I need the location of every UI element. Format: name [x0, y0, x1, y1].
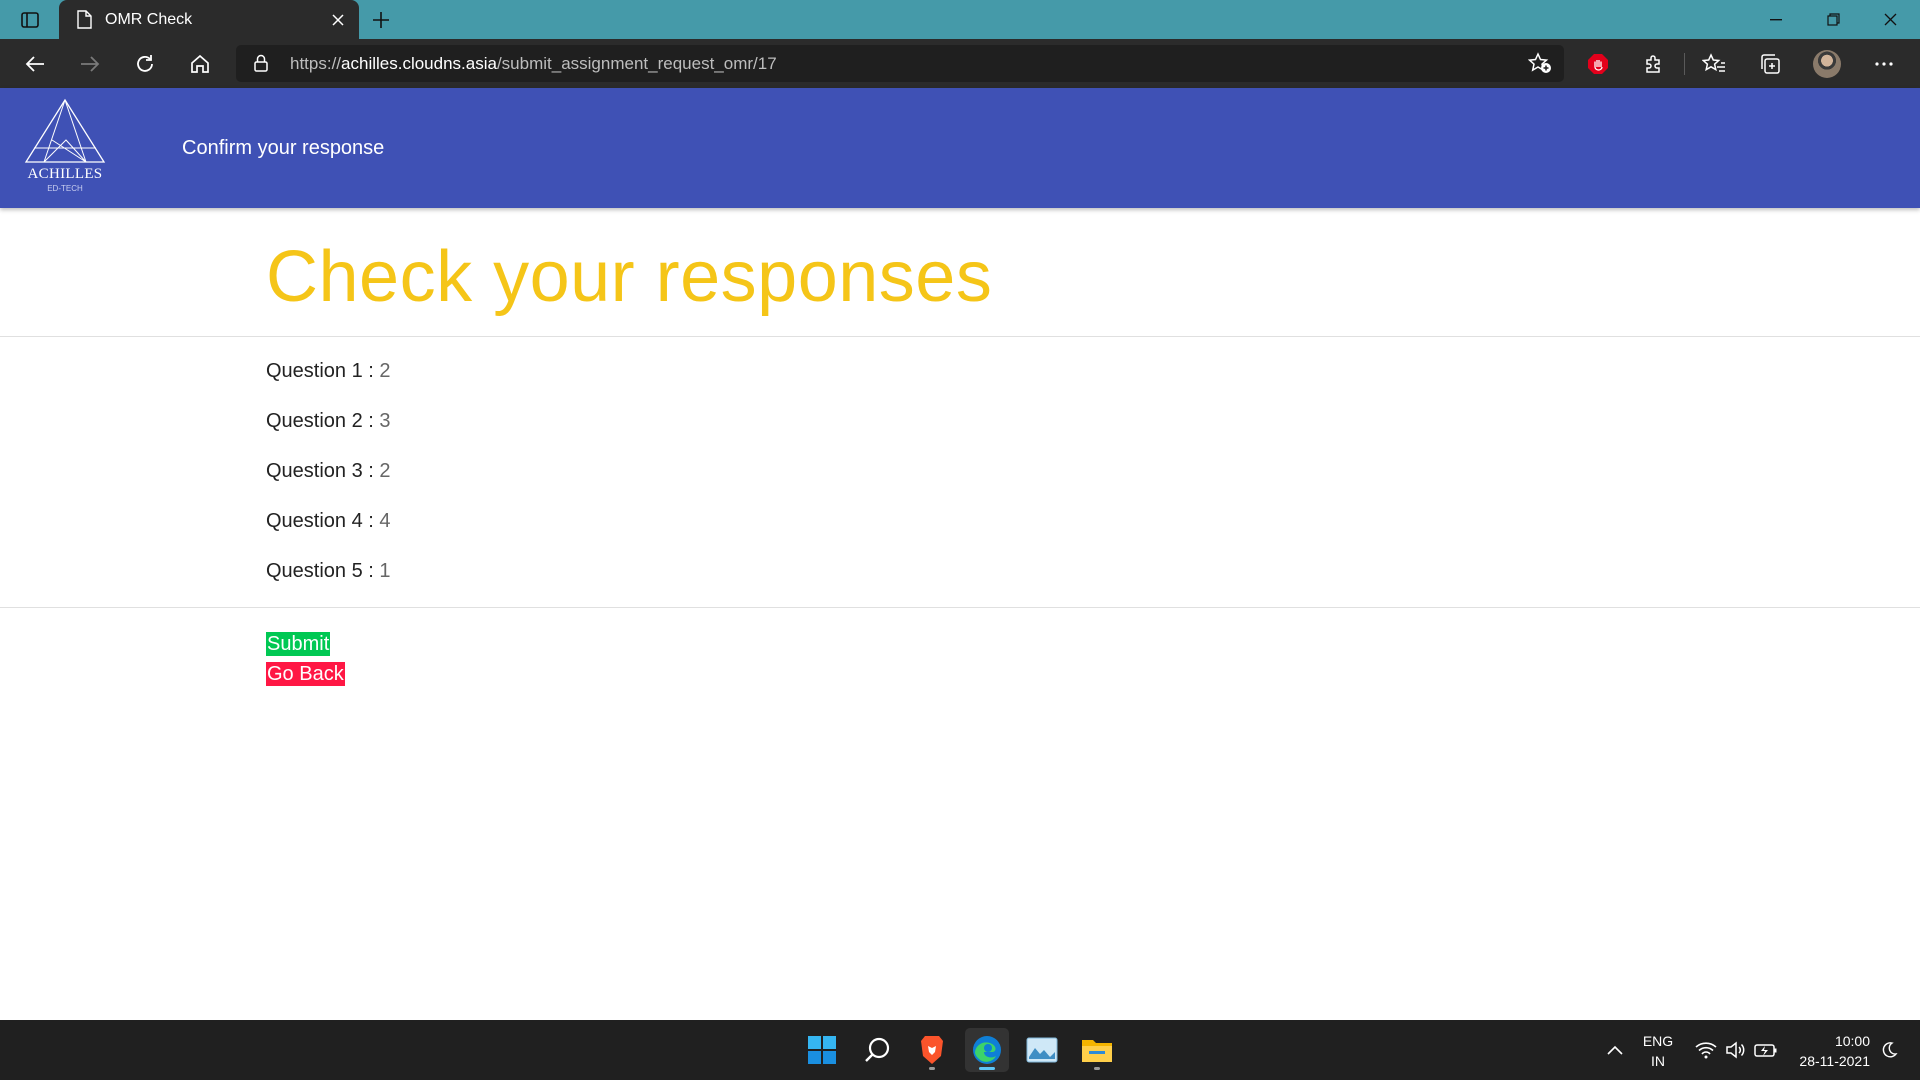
page-title: Check your responses [266, 237, 993, 317]
address-bar[interactable]: https://achilles.cloudns.asia/submit_ass… [236, 45, 1564, 82]
question-label: Question 1 : [266, 360, 374, 382]
start-icon[interactable] [800, 1028, 844, 1072]
response-row: Question 3 : 2 [266, 460, 391, 510]
url-path: /submit_assignment_request_omr/17 [496, 54, 777, 73]
tab-title: OMR Check [105, 11, 193, 28]
question-label: Question 3 : [266, 460, 374, 482]
new-tab-icon[interactable] [366, 6, 396, 34]
question-answer: 3 [379, 410, 391, 432]
favorites-icon[interactable] [1699, 49, 1729, 79]
go-back-button[interactable]: Go Back [266, 662, 345, 686]
response-row: Question 1 : 2 [266, 360, 391, 410]
lock-icon[interactable] [253, 54, 269, 77]
question-label: Question 5 : [266, 560, 374, 582]
region-code: IN [1651, 1053, 1665, 1069]
toolbar-divider [1684, 53, 1685, 75]
url-host: achilles.cloudns.asia [341, 54, 497, 73]
tab-actions-icon[interactable] [14, 6, 46, 34]
language-indicator[interactable]: ENG IN [1640, 1031, 1676, 1071]
back-arrow-icon[interactable] [18, 47, 52, 81]
logo-triangle-icon [24, 98, 106, 163]
volume-icon[interactable] [1722, 1020, 1750, 1080]
question-label: Question 4 : [266, 510, 374, 532]
system-clock[interactable]: 10:00 28-11-2021 [1790, 1031, 1870, 1071]
running-indicator [1094, 1067, 1100, 1070]
close-tab-icon[interactable] [327, 9, 349, 31]
url-scheme: https:// [290, 54, 342, 73]
profile-avatar[interactable] [1813, 50, 1841, 78]
active-indicator [979, 1067, 995, 1070]
response-row: Question 4 : 4 [266, 510, 391, 560]
add-favorite-icon[interactable] [1527, 52, 1552, 79]
header-title: Confirm your response [182, 137, 385, 159]
search-icon[interactable] [855, 1028, 899, 1072]
focus-assist-moon-icon[interactable] [1874, 1020, 1904, 1080]
submit-button[interactable]: Submit [266, 632, 331, 656]
question-label: Question 2 : [266, 410, 374, 432]
home-icon[interactable] [183, 47, 217, 81]
browser-toolbar: https://achilles.cloudns.asia/submit_ass… [0, 39, 1920, 88]
forward-arrow-icon[interactable] [73, 47, 107, 81]
file-explorer-icon[interactable] [1075, 1028, 1119, 1072]
running-indicator [929, 1067, 935, 1070]
browser-tab[interactable]: OMR Check [59, 0, 359, 39]
question-answer: 2 [379, 360, 391, 382]
refresh-icon[interactable] [128, 47, 162, 81]
divider-top [0, 336, 1920, 337]
show-hidden-icons-chevron-icon[interactable] [1600, 1020, 1630, 1080]
divider-bottom [0, 607, 1920, 608]
responses-list: Question 1 : 2 Question 2 : 3 Question 3… [266, 360, 391, 610]
page-icon [76, 10, 92, 34]
adblock-extension-icon[interactable] [1583, 49, 1613, 79]
close-window-icon[interactable] [1862, 0, 1918, 39]
question-answer: 2 [379, 460, 391, 482]
minimize-icon[interactable] [1748, 0, 1804, 39]
battery-icon[interactable] [1752, 1020, 1780, 1080]
extensions-icon[interactable] [1639, 49, 1669, 79]
wifi-icon[interactable] [1692, 1020, 1720, 1080]
question-answer: 1 [379, 560, 391, 582]
windows-taskbar: ENG IN 10:00 28-11-2021 [0, 1020, 1920, 1080]
browser-titlebar: OMR Check [0, 0, 1920, 39]
brave-browser-icon[interactable] [910, 1028, 954, 1072]
language-code: ENG [1642, 1033, 1674, 1049]
logo-text: ACHILLES [27, 166, 103, 182]
question-answer: 4 [379, 510, 391, 532]
clock-time: 10:00 [1834, 1033, 1870, 1049]
restore-icon[interactable] [1805, 0, 1861, 39]
url-text[interactable]: https://achilles.cloudns.asia/submit_ass… [290, 54, 777, 74]
clock-date: 28-11-2021 [1799, 1053, 1870, 1069]
more-options-icon[interactable] [1869, 49, 1899, 79]
collections-icon[interactable] [1755, 49, 1785, 79]
app-header: ACHILLES ED-TECH Confirm your response [0, 88, 1920, 208]
edge-browser-icon[interactable] [965, 1028, 1009, 1072]
photos-icon[interactable] [1020, 1028, 1064, 1072]
logo-subtext: ED-TECH [47, 184, 83, 193]
response-row: Question 5 : 1 [266, 560, 391, 610]
response-row: Question 2 : 3 [266, 410, 391, 460]
achilles-logo[interactable]: ACHILLES ED-TECH [22, 98, 108, 198]
